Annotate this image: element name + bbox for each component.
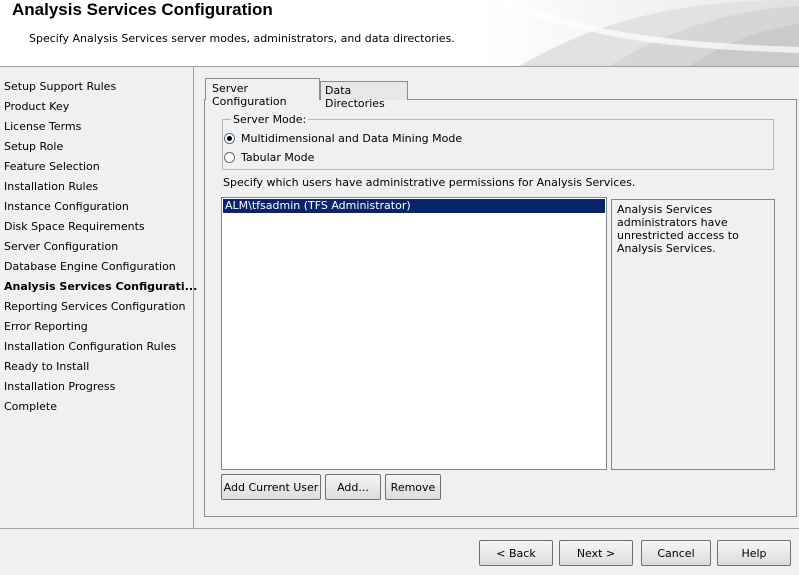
add-current-user-button[interactable]: Add Current User bbox=[221, 474, 321, 500]
tab-data-directories[interactable]: Data Directories bbox=[320, 81, 408, 110]
sidebar-item-setup-support-rules: Setup Support Rules bbox=[4, 80, 117, 93]
next-button[interactable]: Next > bbox=[559, 540, 633, 566]
cancel-button[interactable]: Cancel bbox=[641, 540, 711, 566]
sidebar-item-disk-space: Disk Space Requirements bbox=[4, 220, 145, 233]
sidebar-item-installation-config-rules: Installation Configuration Rules bbox=[4, 340, 177, 353]
permissions-label: Specify which users have administrative … bbox=[223, 176, 636, 189]
sidebar-item-error-reporting: Error Reporting bbox=[4, 320, 88, 333]
sidebar-item-analysis-services: Analysis Services Configurati... bbox=[4, 280, 198, 293]
page-subtitle: Specify Analysis Services server modes, … bbox=[29, 32, 455, 45]
help-button[interactable]: Help bbox=[717, 540, 791, 566]
footer-divider bbox=[0, 528, 799, 529]
radio-multidimensional-label: Multidimensional and Data Mining Mode bbox=[241, 132, 463, 145]
radio-unchecked-icon[interactable] bbox=[224, 152, 235, 163]
sidebar-item-server-configuration: Server Configuration bbox=[4, 240, 119, 253]
radio-tabular[interactable]: Tabular Mode bbox=[224, 151, 314, 164]
radio-checked-icon[interactable] bbox=[224, 133, 235, 144]
sidebar-item-feature-selection: Feature Selection bbox=[4, 160, 100, 173]
page-title: Analysis Services Configuration bbox=[12, 0, 273, 19]
sidebar-item-product-key: Product Key bbox=[4, 100, 70, 113]
add-user-button[interactable]: Add... bbox=[325, 474, 381, 500]
sidebar-item-complete: Complete bbox=[4, 400, 58, 413]
sidebar-item-ready-to-install: Ready to Install bbox=[4, 360, 90, 373]
back-button[interactable]: < Back bbox=[479, 540, 553, 566]
header-banner: Analysis Services Configuration Specify … bbox=[0, 0, 799, 67]
sidebar-item-instance-configuration: Instance Configuration bbox=[4, 200, 129, 213]
sidebar-item-setup-role: Setup Role bbox=[4, 140, 64, 153]
sidebar-item-license-terms: License Terms bbox=[4, 120, 82, 133]
radio-tabular-label: Tabular Mode bbox=[241, 151, 315, 164]
sidebar-item-installation-rules: Installation Rules bbox=[4, 180, 99, 193]
sidebar-item-database-engine: Database Engine Configuration bbox=[4, 260, 176, 273]
administrators-list[interactable]: ALM\tfsadmin (TFS Administrator) bbox=[221, 197, 607, 470]
remove-user-button[interactable]: Remove bbox=[385, 474, 441, 500]
tab-server-configuration[interactable]: Server Configuration bbox=[205, 78, 320, 108]
radio-multidimensional[interactable]: Multidimensional and Data Mining Mode bbox=[224, 132, 462, 145]
steps-sidebar: Setup Support Rules Product Key License … bbox=[0, 67, 198, 528]
sidebar-item-installation-progress: Installation Progress bbox=[4, 380, 116, 393]
server-mode-legend: Server Mode: bbox=[231, 113, 309, 126]
sidebar-item-reporting-services: Reporting Services Configuration bbox=[4, 300, 186, 313]
administrators-description: Analysis Services administrators have un… bbox=[611, 199, 775, 470]
list-item[interactable]: ALM\tfsadmin (TFS Administrator) bbox=[223, 199, 605, 213]
